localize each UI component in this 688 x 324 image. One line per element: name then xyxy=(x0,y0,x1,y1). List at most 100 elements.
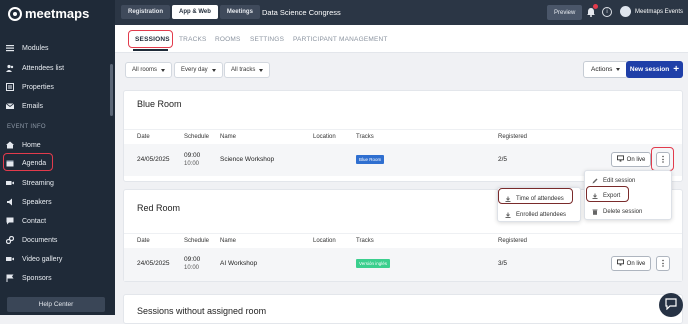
tab-registration[interactable]: Registration xyxy=(121,5,171,19)
track-badge: Versión inglés xyxy=(356,259,391,268)
tab-settings[interactable]: SETTINGS xyxy=(250,36,284,43)
sidebar-item-sponsors[interactable]: Sponsors xyxy=(6,270,106,286)
session-name[interactable]: AI Workshop xyxy=(220,260,257,267)
active-tab-underline xyxy=(133,49,168,51)
column-header: Tracks xyxy=(356,238,374,244)
sidebar-item-label: Emails xyxy=(22,102,44,110)
download-icon xyxy=(505,212,511,218)
sidebar-item-modules[interactable]: Modules xyxy=(6,40,106,56)
sidebar-item-contact[interactable]: Contact xyxy=(6,213,106,229)
session-name[interactable]: Science Workshop xyxy=(220,156,274,163)
on-live-button[interactable]: On live xyxy=(611,256,651,271)
avatar xyxy=(620,6,631,17)
support-chat-button[interactable] xyxy=(659,293,683,317)
tab-sessions[interactable]: SESSIONS xyxy=(135,36,170,43)
session-start: 09:00 xyxy=(184,152,201,159)
sidebar-item-label: Contact xyxy=(22,217,47,225)
track-badge: Blue Room xyxy=(356,155,385,164)
logo-text: meetmaps xyxy=(25,6,90,21)
sidebar-item-label: Streaming xyxy=(22,179,54,187)
actions-button[interactable]: Actions xyxy=(583,61,629,78)
sidebar-item-properties[interactable]: Properties xyxy=(6,79,106,95)
new-session-label: New session xyxy=(629,66,670,73)
chat-icon xyxy=(665,298,677,312)
chevron-down-icon xyxy=(616,68,621,71)
kebab-highlight-box xyxy=(651,147,674,171)
sidebar-item-label: Video gallery xyxy=(22,255,63,263)
menu-item-label: Delete session xyxy=(603,208,643,215)
export-highlight-box xyxy=(586,186,629,202)
tab-meetings[interactable]: Meetings xyxy=(219,5,260,19)
speaker-icon xyxy=(6,198,14,206)
actions-label: Actions xyxy=(591,66,613,73)
sidebar: meetmaps Modules Attendees list Properti… xyxy=(0,0,115,315)
column-header: Schedule xyxy=(184,238,210,244)
on-live-button[interactable]: On live xyxy=(611,152,651,167)
users-icon xyxy=(6,64,14,72)
user-menu[interactable]: Meetmaps Events xyxy=(620,6,683,17)
table-row[interactable]: 24/05/2025 09:00 10:00 AI Workshop Versi… xyxy=(124,248,682,281)
menu-item-label: Edit session xyxy=(603,177,636,184)
session-schedule: 09:00 10:00 xyxy=(184,255,200,273)
sidebar-item-documents[interactable]: Documents xyxy=(6,232,106,248)
on-live-label: On live xyxy=(626,260,646,267)
session-date: 24/05/2025 xyxy=(137,260,170,267)
app-logo[interactable]: meetmaps xyxy=(8,6,89,21)
tab-participant-management[interactable]: PARTICIPANT MANAGEMENT xyxy=(293,36,388,43)
monitor-icon xyxy=(616,259,624,268)
user-name: Meetmaps Events xyxy=(635,8,684,15)
days-filter-label: Every day xyxy=(181,67,208,73)
sidebar-item-streaming[interactable]: Streaming xyxy=(6,175,106,191)
sidebar-item-label: Speakers xyxy=(22,198,52,206)
table-header: Date Schedule Name Location Tracks Regis… xyxy=(124,129,682,143)
new-session-button[interactable]: New session + xyxy=(626,61,683,78)
sidebar-item-emails[interactable]: Emails xyxy=(6,98,106,114)
agenda-highlight-box xyxy=(3,153,53,171)
sidebar-item-label: Documents xyxy=(22,236,58,244)
sidebar-item-label: Home xyxy=(22,141,41,149)
sidebar-scrollbar[interactable] xyxy=(110,64,113,116)
sidebar-item-attendees[interactable]: Attendees list xyxy=(6,60,106,76)
more-options-button[interactable]: ⋮ xyxy=(656,256,670,271)
chevron-down-icon xyxy=(161,68,166,72)
column-header: Date xyxy=(137,238,150,244)
column-header: Date xyxy=(137,134,150,140)
sidebar-item-label: Properties xyxy=(22,83,54,91)
room-title: Red Room xyxy=(137,203,181,213)
tracks-filter[interactable]: All tracks xyxy=(224,62,271,78)
column-header: Location xyxy=(313,238,336,244)
preview-button[interactable]: Preview xyxy=(547,5,583,20)
chat-icon xyxy=(6,217,14,225)
room-card-blue: Blue Room Date Schedule Name Location Tr… xyxy=(123,90,683,182)
notification-badge xyxy=(593,4,598,9)
sidebar-item-speakers[interactable]: Speakers xyxy=(6,194,106,210)
help-center-button[interactable]: Help Center xyxy=(7,297,105,312)
on-live-label: On live xyxy=(626,156,646,163)
logo-icon xyxy=(8,6,22,21)
room-title: Blue Room xyxy=(137,99,182,109)
session-date: 24/05/2025 xyxy=(137,156,170,163)
session-schedule: 09:00 10:00 xyxy=(184,151,200,169)
tab-rooms[interactable]: ROOMS xyxy=(215,36,241,43)
session-start: 09:00 xyxy=(184,256,201,263)
video-icon xyxy=(6,179,14,187)
event-title: Data Science Congress xyxy=(262,8,341,17)
menu-item-label: Enrolled attendees xyxy=(516,211,567,218)
column-header: Schedule xyxy=(184,134,210,140)
chevron-down-icon xyxy=(259,68,264,72)
sidebar-item-video-gallery[interactable]: Video gallery xyxy=(6,251,106,267)
list-icon xyxy=(6,83,14,91)
room-card-unassigned: Sessions without assigned room xyxy=(123,294,683,324)
sidebar-item-home[interactable]: Home xyxy=(6,137,106,153)
session-registered: 2/5 xyxy=(498,156,508,163)
enrolled-attendees-item[interactable]: Enrolled attendees xyxy=(498,207,580,222)
info-icon[interactable]: i xyxy=(602,7,612,17)
tab-app-web[interactable]: App & Web xyxy=(172,5,218,19)
column-header: Tracks xyxy=(356,134,374,140)
rooms-filter-label: All rooms xyxy=(132,67,158,73)
delete-session-item[interactable]: Delete session xyxy=(585,204,671,219)
tab-tracks[interactable]: TRACKS xyxy=(179,36,207,43)
days-filter[interactable]: Every day xyxy=(174,62,223,78)
rooms-filter[interactable]: All rooms xyxy=(125,62,173,78)
column-header: Name xyxy=(220,134,237,140)
